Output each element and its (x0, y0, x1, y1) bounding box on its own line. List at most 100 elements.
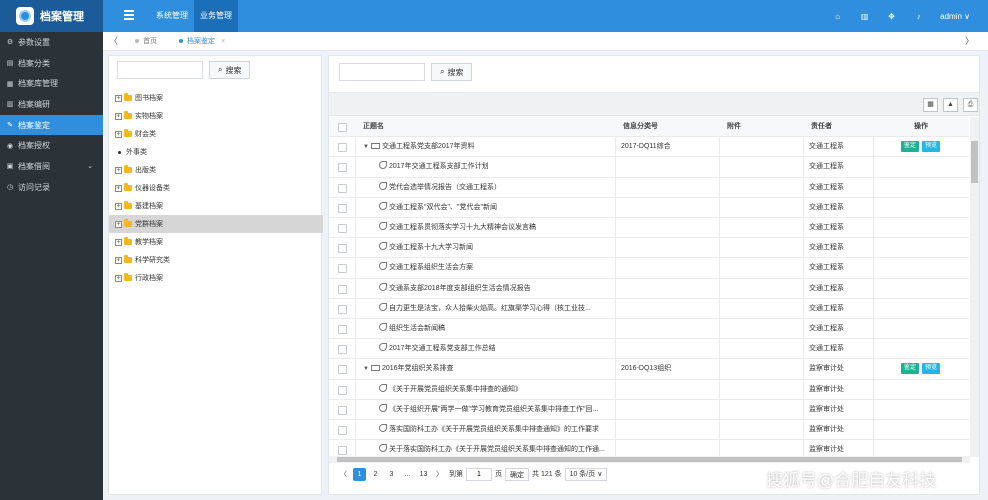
tab-home[interactable]: 首页 (135, 32, 157, 51)
sidebar-item[interactable]: ◉ 档案授权 (0, 135, 103, 156)
tree-search-input[interactable] (117, 61, 203, 79)
scrollbar-thumb[interactable] (337, 457, 962, 462)
row-checkbox[interactable] (338, 325, 347, 334)
row-checkbox[interactable] (338, 405, 347, 415)
tab-archive-appraisal[interactable]: 档案鉴定 × (179, 32, 225, 51)
tree-node[interactable]: + 图书档案 (109, 89, 323, 107)
row-checkbox[interactable] (338, 446, 347, 456)
sidebar-item[interactable]: ⚙ 参数设置 (0, 32, 103, 53)
sidebar-item[interactable]: ▤ 档案分类 (0, 53, 103, 74)
page-size-select[interactable]: 10 条/页 ∨ (564, 467, 608, 481)
page-number-button[interactable]: 1 (353, 467, 366, 481)
tree-node[interactable]: + 出版类 (109, 161, 323, 179)
row-checkbox[interactable] (338, 224, 347, 233)
row-checkbox[interactable] (338, 345, 347, 355)
page-number-button[interactable]: 2 (369, 468, 382, 481)
fullscreen-icon[interactable]: ✥ (878, 0, 905, 32)
next-page-button[interactable]: 〉 (433, 468, 446, 481)
expand-icon[interactable]: + (115, 130, 122, 138)
row-checkbox[interactable] (338, 426, 347, 435)
bell-icon[interactable]: ♪ (905, 0, 932, 32)
menu-toggle-icon[interactable] (124, 10, 134, 20)
tree-node[interactable]: + 教学档案 (109, 233, 323, 251)
records-search-input[interactable] (339, 63, 425, 81)
row-checkbox[interactable] (338, 203, 347, 213)
expand-icon[interactable]: + (115, 274, 122, 282)
expand-icon[interactable]: + (115, 238, 122, 246)
tree-node[interactable]: + 党群档案 (109, 215, 323, 233)
sidebar-item[interactable]: ▣ 档案借阅 ⌄ (0, 156, 103, 177)
nav-business-management[interactable]: 业务管理 (194, 0, 238, 32)
expand-icon[interactable]: + (115, 220, 122, 228)
expand-icon[interactable]: + (115, 94, 122, 102)
user-menu[interactable]: admin ∨ (940, 12, 970, 21)
sidebar-item[interactable]: ▥ 档案编研 (0, 94, 103, 115)
select-all-checkbox[interactable] (338, 123, 347, 132)
table-row[interactable]: 《关于开展党员组织关系集中排查的通知》 监察审计处 (329, 380, 969, 400)
home-icon[interactable]: ⌂ (824, 0, 851, 32)
column-header[interactable]: 正题名 (363, 117, 384, 137)
tab-close-icon[interactable]: × (221, 38, 225, 45)
sidebar-item[interactable]: ◷ 访问记录 (0, 177, 103, 198)
table-row[interactable]: 组织生活会新闻稿 交通工程系 (329, 319, 969, 340)
page-number-button[interactable]: 3 (385, 468, 398, 481)
scrollbar-thumb[interactable] (971, 141, 978, 183)
tree-node[interactable]: + 财会类 (109, 125, 323, 143)
appraise-button[interactable]: 鉴定 (901, 140, 920, 152)
tree-node[interactable]: + 科学研究类 (109, 251, 323, 269)
preview-button[interactable]: 预览 (922, 363, 941, 375)
preview-button[interactable]: 预览 (922, 140, 941, 152)
trash-icon[interactable]: ▥ (851, 0, 878, 32)
row-checkbox[interactable] (338, 304, 347, 314)
table-row[interactable]: 交通工程系"双代会"、"党代会"新闻 交通工程系 (329, 198, 969, 218)
column-header[interactable]: 操作 (873, 117, 969, 137)
caret-down-icon[interactable]: ▼ (363, 359, 369, 379)
row-checkbox[interactable] (338, 183, 347, 193)
table-row[interactable]: 落实国防科工办《关于开展党员组织关系集中排查通知》的工作要求 监察审计处 (329, 420, 969, 441)
expand-icon[interactable]: + (115, 256, 122, 264)
row-checkbox[interactable] (338, 143, 347, 153)
expand-icon[interactable]: + (115, 202, 122, 210)
print-icon[interactable]: ⎙ (963, 98, 978, 112)
table-row[interactable]: 交通工程系贯彻落实学习十九大精神会议发言稿 交通工程系 (329, 218, 969, 239)
row-checkbox[interactable] (338, 365, 347, 375)
row-checkbox[interactable] (338, 385, 347, 395)
tree-node[interactable]: + 实物档案 (109, 107, 323, 125)
sidebar-item[interactable]: ✎ 档案鉴定 (0, 114, 103, 136)
tree-node[interactable]: + 行政档案 (109, 269, 323, 287)
table-row[interactable]: 交通工程系十九大学习新闻 交通工程系 (329, 238, 969, 259)
prev-page-button[interactable]: 〈 (337, 468, 350, 481)
columns-icon[interactable]: ▦ (923, 98, 938, 112)
table-row[interactable]: 《关于组织开展"两学一做"学习教育党员组织关系集中排查工作"回... 监察审计处 (329, 400, 969, 420)
nav-system-management[interactable]: 系统管理 (150, 0, 194, 32)
column-header[interactable]: 信息分类号 (623, 117, 658, 137)
tree-search-button[interactable]: ⌕ 搜索 (209, 61, 251, 79)
row-checkbox[interactable] (338, 264, 347, 274)
column-header[interactable]: 附件 (727, 117, 741, 137)
table-row[interactable]: 关于落实国防科工办《关于开展党员组织关系集中排查通知的工作通... 监察审计处 (329, 440, 969, 457)
table-row[interactable]: ▼ 2016年党组织关系排查 2016-DQ13组织 监察审计处 鉴定 预览 (329, 359, 969, 380)
goto-confirm-button[interactable]: 确定 (505, 467, 529, 481)
row-checkbox[interactable] (338, 284, 347, 294)
page-number-button[interactable]: 13 (417, 468, 430, 481)
export-icon[interactable]: ▲ (943, 98, 958, 112)
column-header[interactable]: 责任者 (811, 117, 832, 137)
tree-node[interactable]: 外事类 (109, 143, 323, 161)
table-row[interactable]: 2017年交通工程系支部工作计划 交通工程系 (329, 157, 969, 178)
caret-down-icon[interactable]: ▼ (363, 137, 369, 157)
records-search-button[interactable]: ⌕ 搜索 (431, 63, 473, 81)
expand-icon[interactable]: + (115, 166, 122, 174)
row-checkbox[interactable] (338, 163, 347, 173)
appraise-button[interactable]: 鉴定 (901, 363, 920, 375)
table-row[interactable]: 党代会选举情况报告（交通工程系） 交通工程系 (329, 178, 969, 198)
tree-node[interactable]: + 仪器设备类 (109, 179, 323, 197)
table-row[interactable]: 自力更生是法宝，众人拾柴火焰高。红旗渠学习心得（核工业技... 交通工程系 (329, 299, 969, 319)
expand-icon[interactable]: + (115, 184, 122, 192)
sidebar-item[interactable]: ▦ 档案库管理 (0, 73, 103, 94)
table-row[interactable]: 交通工程系组织生活会方案 交通工程系 (329, 258, 969, 279)
table-horizontal-scrollbar[interactable] (329, 456, 970, 463)
expand-icon[interactable]: + (115, 112, 122, 120)
table-row[interactable]: 2017年交通工程系党支部工作总结 交通工程系 (329, 339, 969, 360)
table-row[interactable]: ▼ 交通工程系党支部2017年资料 2017-DQ11综合 交通工程系 鉴定 预览 (329, 137, 969, 158)
tree-node[interactable]: + 基建档案 (109, 197, 323, 215)
